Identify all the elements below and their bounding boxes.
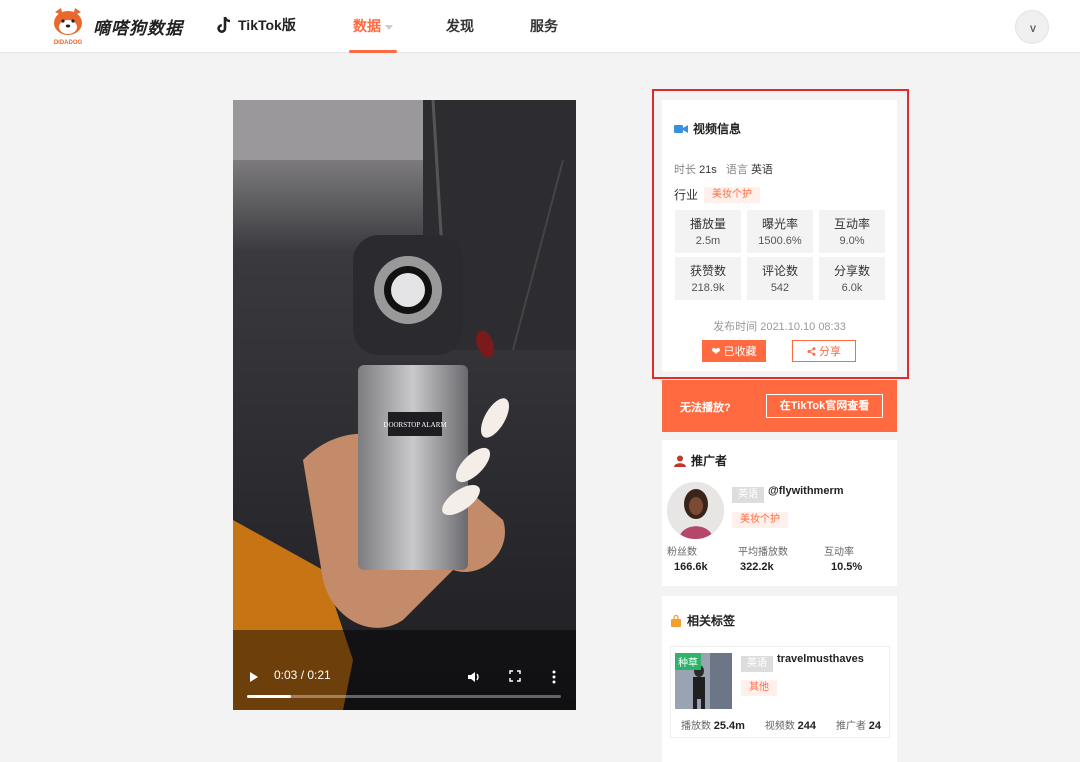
tag-promoters-label: 推广者 xyxy=(835,721,866,732)
user-initial: V xyxy=(1030,24,1036,34)
play-icon[interactable] xyxy=(250,672,258,682)
tiktok-version-switch[interactable]: TikTok版 xyxy=(216,15,296,35)
cant-play-banner: 无法播放? 在TikTok官网查看 xyxy=(662,380,897,432)
promoter-title-text: 推广者 xyxy=(691,454,728,468)
seeding-badge: 种草 xyxy=(675,653,701,670)
tag-promoters-value: 24 xyxy=(868,720,881,732)
nav-data[interactable]: 数据 xyxy=(349,0,397,53)
avg-plays-value: 322.2k xyxy=(740,561,774,573)
tiktok-version-label: TikTok版 xyxy=(238,17,296,33)
nav-service-label: 服务 xyxy=(530,18,558,34)
tag-language: 英语 xyxy=(741,656,773,672)
followers-label: 粉丝数 xyxy=(667,547,697,558)
promoter-card: 推广者 英语 @flywithmerm 美妆个护 粉丝数 166.6k 平均播放… xyxy=(662,440,897,586)
shopping-bag-icon xyxy=(671,614,681,627)
tag-videos: 视频数 244 xyxy=(765,717,816,732)
promoter-industry-badge: 美妆个护 xyxy=(732,509,788,528)
brand-sub-text: DIDADOG xyxy=(54,40,83,46)
related-tags-title: 相关标签 xyxy=(670,612,735,629)
promoter-username[interactable]: @flywithmerm xyxy=(768,485,844,497)
user-icon: V xyxy=(1030,24,1036,34)
person-icon xyxy=(674,455,686,467)
tag-language-badge: 英语 xyxy=(741,653,773,672)
tag-stats: 播放数 25.4m 视频数 244 推广者 24 xyxy=(671,717,891,732)
avatar-image xyxy=(667,482,724,539)
tag-plays-value: 25.4m xyxy=(713,720,745,732)
video-controls: 0:03 / 0:21 xyxy=(233,650,576,710)
product-label: DOORSTOP ALARM xyxy=(383,421,447,429)
nav-service[interactable]: 服务 xyxy=(530,0,558,53)
promoter-title: 推广者 xyxy=(674,452,727,469)
view-on-tiktok-button[interactable]: 在TikTok官网查看 xyxy=(766,394,883,418)
tag-thumbnail[interactable]: 种草 xyxy=(675,653,732,709)
related-tags-card: 相关标签 种草 英语 travelmusthaves 其他 播放数 25.4m … xyxy=(662,596,897,762)
video-time: 0:03 / 0:21 xyxy=(274,668,331,682)
tag-name[interactable]: travelmusthaves xyxy=(777,653,864,665)
promoter-avatar[interactable] xyxy=(667,482,724,539)
video-progress-bar[interactable] xyxy=(247,695,561,698)
brand-name[interactable]: 嘀嗒狗数据 xyxy=(93,14,183,39)
tag-promoters: 推广者 24 xyxy=(836,717,881,732)
tag-plays: 播放数 25.4m xyxy=(681,717,745,732)
more-options-icon[interactable] xyxy=(552,670,556,684)
tag-category-badge: 其他 xyxy=(741,677,777,696)
chevron-down-icon xyxy=(385,24,393,30)
user-avatar-button[interactable]: V xyxy=(1015,10,1049,44)
followers-value: 166.6k xyxy=(674,561,708,573)
fullscreen-icon[interactable] xyxy=(509,670,521,682)
engagement-label: 互动率 xyxy=(824,547,854,558)
highlight-box xyxy=(652,89,909,379)
didadog-logo-icon[interactable]: DIDADOG xyxy=(50,6,86,46)
tiktok-icon xyxy=(217,16,231,33)
promoter-language: 英语 xyxy=(732,487,764,503)
nav-discover-label: 发现 xyxy=(446,18,474,34)
video-progress-fill xyxy=(247,695,291,698)
video-frame: DOORSTOP ALARM xyxy=(233,100,576,710)
video-player[interactable]: DOORSTOP ALARM 0:03 / 0:21 xyxy=(233,100,576,710)
tag-list-item[interactable]: 种草 英语 travelmusthaves 其他 播放数 25.4m 视频数 2… xyxy=(670,646,890,738)
top-navigation-bar: DIDADOG 嘀嗒狗数据 TikTok版 数据 发现 服务 V xyxy=(0,0,1080,53)
tag-category[interactable]: 其他 xyxy=(741,680,777,696)
nav-data-label: 数据 xyxy=(353,18,381,34)
volume-icon[interactable] xyxy=(467,670,481,684)
avg-plays-label: 平均播放数 xyxy=(738,547,788,558)
engagement-value: 10.5% xyxy=(831,561,863,573)
promoter-language-badge: 英语 xyxy=(732,484,764,503)
tag-plays-label: 播放数 xyxy=(680,721,711,732)
nav-discover[interactable]: 发现 xyxy=(446,0,474,53)
related-tags-title-text: 相关标签 xyxy=(687,614,736,628)
tag-videos-value: 244 xyxy=(797,720,817,732)
tag-videos-label: 视频数 xyxy=(764,721,795,732)
cant-play-text: 无法播放? xyxy=(680,402,731,414)
promoter-industry[interactable]: 美妆个护 xyxy=(732,512,788,528)
